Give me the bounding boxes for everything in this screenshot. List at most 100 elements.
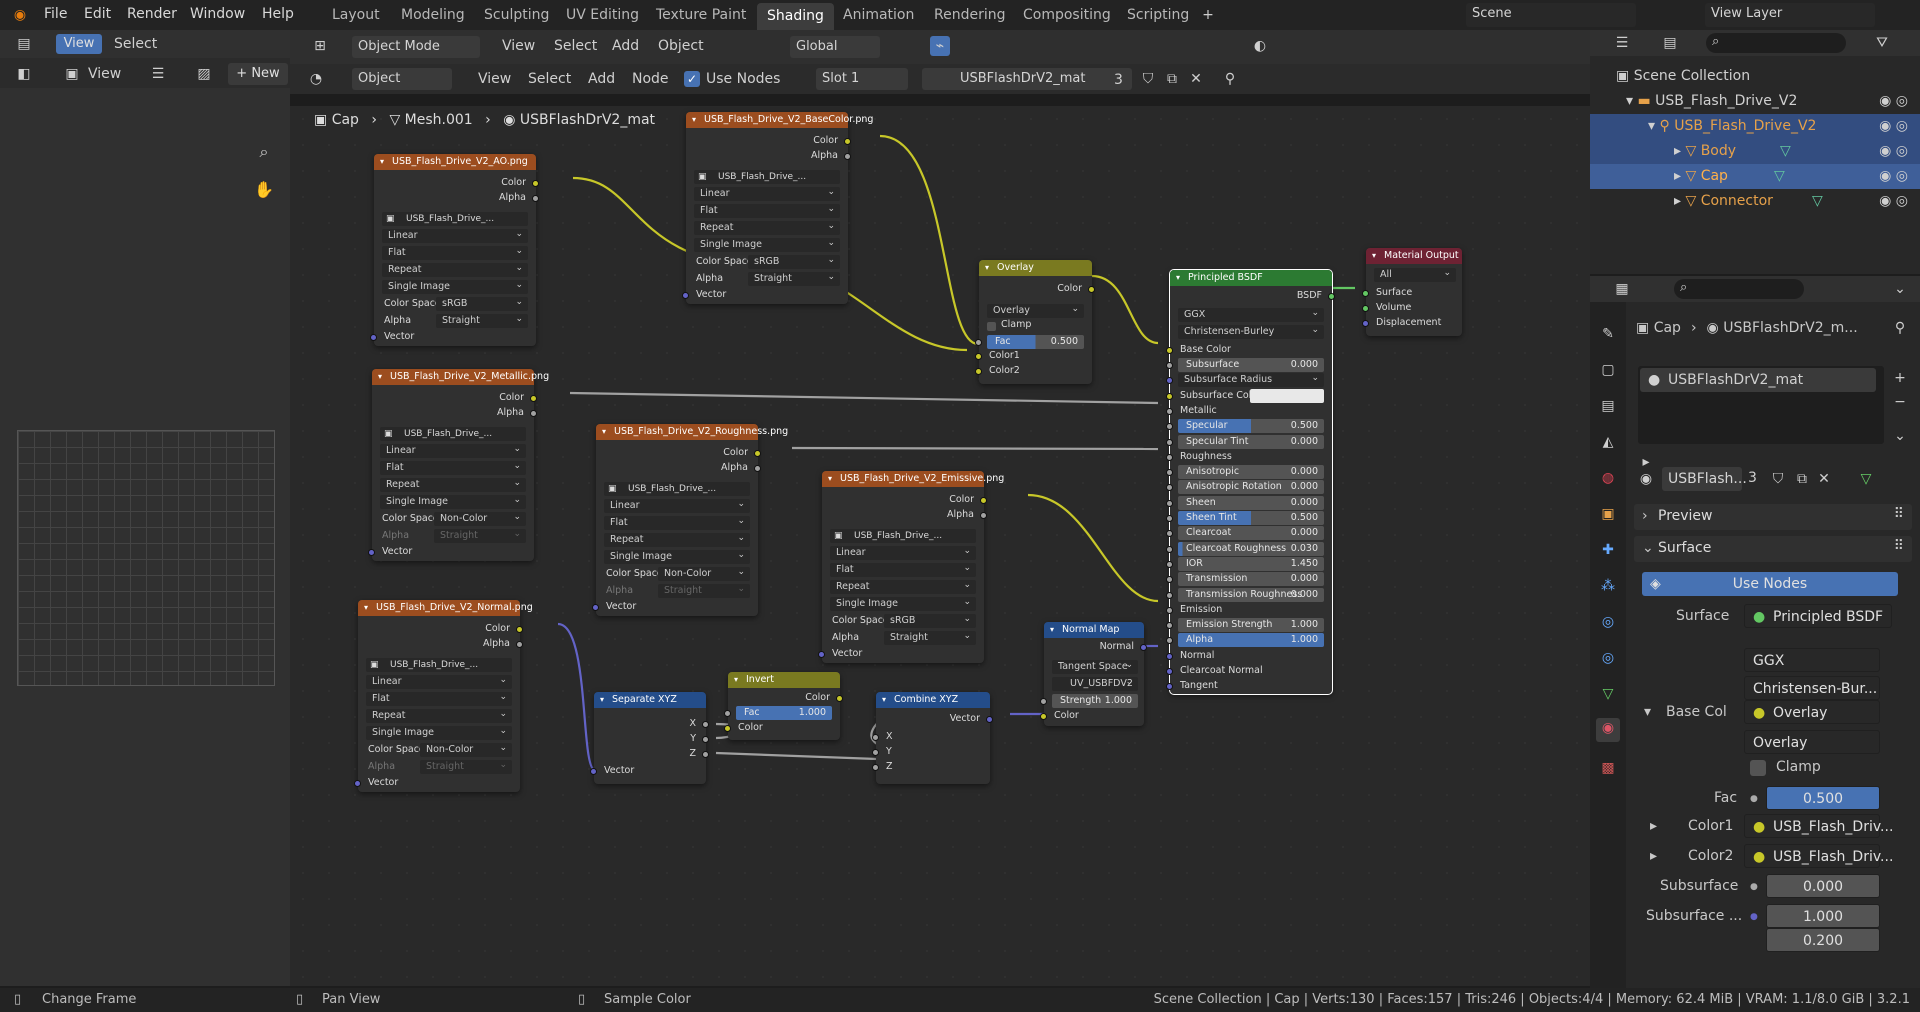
projection-dropdown[interactable]: Flat	[694, 202, 840, 218]
image-texture-node-emis-header[interactable]: USB_Flash_Drive_V2_Emissive.png	[822, 471, 1004, 487]
bsdf-slider[interactable]: IOR 1.450	[1178, 556, 1324, 571]
duplicate-icon[interactable]: ⧉	[1792, 469, 1812, 489]
bsdf-slider[interactable]: Subsurface 0.000	[1178, 358, 1324, 372]
drag-handle-icon[interactable]: ⠿	[1894, 538, 1904, 554]
interpolation-dropdown[interactable]: Linear	[694, 185, 840, 201]
outliner-collection[interactable]: ▾ ▬ USB_Flash_Drive_V2 ◉ ◎	[1590, 89, 1920, 114]
viewport-select-menu[interactable]: Select	[554, 38, 597, 54]
tab-sculpting[interactable]: Sculpting	[484, 7, 549, 23]
world-tab-icon[interactable]: ◍	[1598, 468, 1618, 488]
slot-dropdown[interactable]: Slot 1	[816, 68, 908, 90]
bsdf-slider[interactable]: Transmission 0.000	[1178, 572, 1324, 587]
alpha-output-socket[interactable]	[980, 512, 987, 519]
normal-output-socket[interactable]	[1140, 644, 1147, 651]
bsdf-slider[interactable]: Clearcoat Roughness 0.030	[1178, 541, 1324, 556]
vector-input-socket[interactable]	[592, 604, 599, 611]
color-space-dropdown[interactable]: Non-Color	[434, 510, 526, 526]
texture-tab-icon[interactable]: ▩	[1598, 758, 1618, 778]
tab-animation[interactable]: Animation	[843, 7, 914, 23]
output-tab-icon[interactable]: ▤	[1598, 396, 1618, 416]
projection-dropdown[interactable]: Flat	[830, 561, 976, 577]
vector-input-socket[interactable]	[368, 549, 375, 556]
image-view-menu[interactable]: View	[88, 66, 121, 82]
color-output-socket[interactable]	[516, 626, 523, 633]
bsdf-input-socket[interactable]	[1166, 545, 1173, 553]
surface-input-socket[interactable]	[1362, 290, 1369, 297]
bsdf-slider[interactable]: Sheen 0.000	[1178, 495, 1324, 510]
node-editor-icon[interactable]: ◔	[306, 69, 326, 89]
image-texture-node-base-header[interactable]: USB_Flash_Drive_V2_BaseColor.png	[686, 112, 873, 128]
eye-icon[interactable]: ◉ ◎	[1879, 139, 1908, 164]
invert-node[interactable]: Invert Color Fac 1.000 Color	[724, 672, 843, 740]
tab-uv-editing[interactable]: UV Editing	[566, 7, 639, 23]
snap-icon[interactable]: ⌁	[930, 36, 950, 56]
subsurface-radius-y[interactable]: 0.200	[1766, 928, 1880, 952]
expand-icon[interactable]: ▾	[1648, 118, 1659, 134]
zoom-icon[interactable]: ⌕	[254, 142, 274, 162]
use-nodes-checkbox[interactable]: ✓	[684, 71, 700, 87]
interpolation-dropdown[interactable]: Linear	[382, 227, 528, 243]
image-selector[interactable]: ▣ USB_Flash_Drive_...	[830, 529, 976, 543]
bsdf-input-socket[interactable]	[1166, 530, 1173, 538]
material-selector[interactable]: USBFlashDrV2_mat	[922, 68, 1132, 90]
extension-dropdown[interactable]: Repeat	[830, 578, 976, 594]
particles-tab-icon[interactable]: ⁂	[1598, 576, 1618, 596]
remove-slot-icon[interactable]: −	[1890, 392, 1910, 412]
material-name-field[interactable]: USBFlash...	[1662, 467, 1747, 491]
scene-selector[interactable]: Scene	[1466, 3, 1636, 27]
image-texture-node-ao-header[interactable]: USB_Flash_Drive_V2_AO.png	[374, 154, 536, 170]
alpha-mode-dropdown[interactable]: Straight	[658, 582, 750, 598]
properties-search-input[interactable]: ⌕	[1674, 279, 1804, 299]
strength-input-socket[interactable]	[1040, 698, 1047, 705]
alpha-mode-dropdown[interactable]: Straight	[434, 527, 526, 543]
bsdf-input-socket[interactable]	[1166, 652, 1173, 660]
bsdf-input-socket[interactable]	[1166, 362, 1173, 369]
fac-input-socket[interactable]	[724, 710, 731, 717]
tab-modeling[interactable]: Modeling	[401, 7, 465, 23]
expand-icon[interactable]: ▸	[1674, 193, 1685, 209]
distribution-dropdown[interactable]: GGX	[1178, 306, 1324, 322]
node-view-menu[interactable]: View	[478, 71, 511, 87]
expand-icon[interactable]: ▾	[1644, 704, 1651, 720]
color-output-socket[interactable]	[980, 497, 987, 504]
image-mode-icon[interactable]: ◧	[14, 64, 34, 84]
bsdf-input-socket[interactable]	[1166, 423, 1173, 431]
bsdf-input-socket[interactable]	[1166, 377, 1173, 385]
color-input-socket[interactable]	[1040, 713, 1047, 720]
viewport-add-menu[interactable]: Add	[612, 38, 639, 54]
menu-window[interactable]: Window	[190, 6, 245, 22]
slot-specials-icon[interactable]: ⌄	[1890, 426, 1910, 446]
shader-type-dropdown[interactable]: Object	[352, 68, 452, 90]
bsdf-input-socket[interactable]	[1166, 576, 1173, 584]
bsdf-input-socket[interactable]	[1166, 606, 1173, 614]
subsurface-radius-x[interactable]: 1.000	[1766, 904, 1880, 928]
y-output-socket[interactable]	[702, 736, 709, 743]
eye-icon[interactable]: ◉ ◎	[1879, 189, 1908, 214]
image-texture-node-ao[interactable]: USB_Flash_Drive_V2_AO.png Color Alpha ▣ USB_…	[370, 154, 539, 346]
normal-map-node[interactable]: Normal Map Normal Tangent SpaceUV_USBFDV2 S…	[1040, 622, 1147, 726]
source-dropdown[interactable]: Single Image	[382, 278, 528, 294]
preview-panel-header[interactable]: › Preview ⠿	[1634, 504, 1912, 530]
y-input-socket[interactable]	[872, 749, 879, 756]
image-texture-node-metal[interactable]: USB_Flash_Drive_V2_Metallic.png Color Alph…	[368, 369, 549, 561]
add-slot-icon[interactable]: +	[1890, 368, 1910, 388]
projection-dropdown[interactable]: Flat	[380, 459, 526, 475]
fac-input-socket[interactable]	[975, 339, 982, 346]
image-selector[interactable]: ▣ USB_Flash_Drive_...	[380, 427, 526, 441]
view-layer-selector[interactable]: View Layer	[1705, 3, 1875, 27]
image-selector[interactable]: ▣ USB_Flash_Drive_...	[366, 658, 512, 672]
separate-xyz-node[interactable]: Separate XYZ XYZ Vector	[590, 692, 709, 784]
chevron-down-icon[interactable]: ⌄	[1890, 279, 1910, 299]
fake-user-shield-icon[interactable]: ⛉	[1768, 469, 1788, 489]
image-texture-node-emis[interactable]: USB_Flash_Drive_V2_Emissive.png Color Alph…	[818, 471, 1004, 663]
image-editor[interactable]: ⌕ ✋	[0, 88, 290, 986]
add-workspace-icon[interactable]: +	[1198, 5, 1218, 25]
subsurface-radius-field[interactable]: Subsurface Radius	[1178, 371, 1324, 388]
node-editor-canvas[interactable]: ▣ Cap › ▽ Mesh.001 › ◉ USBFlashDrV2_mat …	[290, 106, 1590, 986]
color-output-socket[interactable]	[836, 695, 843, 702]
clamp-checkbox[interactable]	[987, 322, 996, 331]
pin-icon[interactable]: ⚲	[1890, 318, 1910, 338]
expand-icon[interactable]: ▸	[1650, 818, 1657, 834]
target-dropdown[interactable]: All	[1374, 266, 1456, 282]
outliner-search-input[interactable]: ⌕	[1706, 33, 1846, 53]
